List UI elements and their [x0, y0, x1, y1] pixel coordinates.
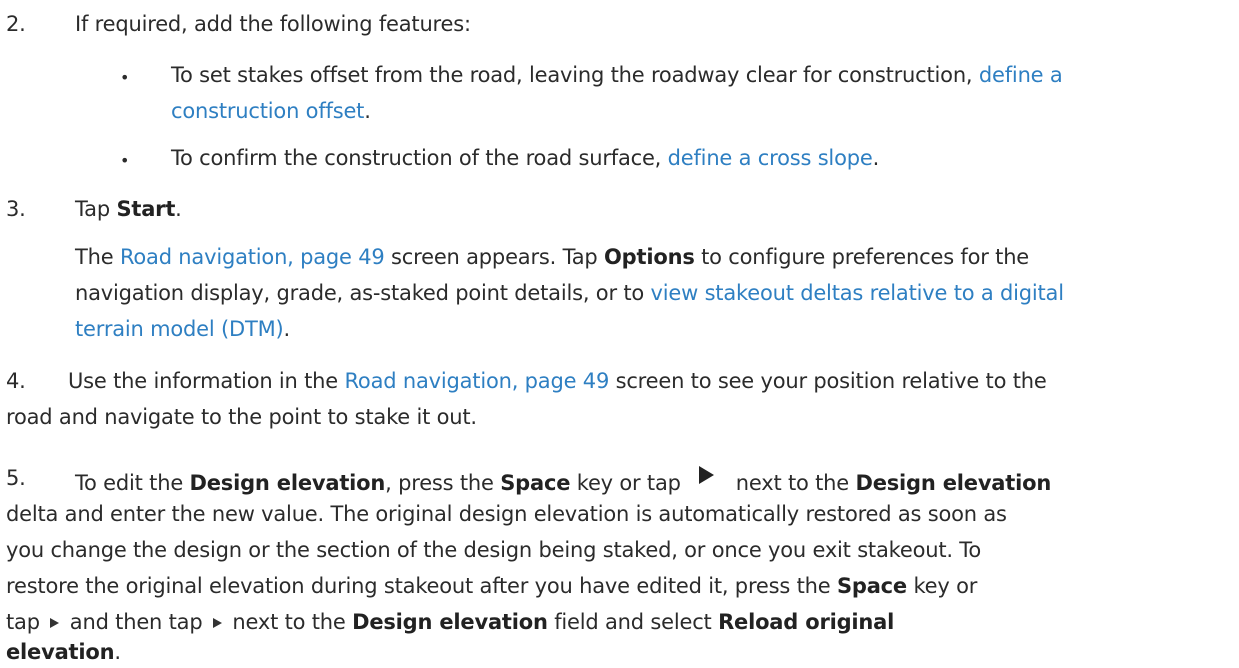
- define-construction-offset-link[interactable]: define a: [979, 63, 1063, 87]
- play-arrow-icon[interactable]: [212, 618, 222, 628]
- step-text: Use the information in the Road navigati…: [68, 369, 1047, 393]
- step-number: 4.: [6, 369, 26, 393]
- paragraph-line: navigation display, grade, as-staked poi…: [75, 281, 1064, 305]
- elevation-label: elevation: [6, 640, 115, 664]
- step-number: 2.: [6, 12, 26, 36]
- bullet-icon: •: [120, 68, 130, 87]
- define-cross-slope-link[interactable]: define a cross slope: [668, 146, 873, 170]
- step-number: 5.: [6, 466, 26, 490]
- road-navigation-link[interactable]: Road navigation, page 49: [344, 369, 609, 393]
- step-number: 3.: [6, 197, 26, 221]
- step-text: Tap Start.: [75, 197, 182, 221]
- bullet-text: To set stakes offset from the road, leav…: [171, 63, 1063, 87]
- bullet-icon: •: [120, 151, 130, 170]
- options-label: Options: [604, 245, 695, 269]
- space-key-label: Space: [500, 471, 571, 495]
- design-elevation-label: Design elevation: [189, 471, 386, 495]
- step-text-cont: delta and enter the new value. The origi…: [6, 502, 1007, 526]
- road-navigation-link[interactable]: Road navigation, page 49: [120, 245, 385, 269]
- play-arrow-icon[interactable]: [698, 466, 714, 484]
- start-label: Start: [116, 197, 176, 221]
- paragraph-line: The Road navigation, page 49 screen appe…: [75, 245, 1030, 269]
- construction-offset-link[interactable]: construction offset: [171, 99, 364, 123]
- step-text-cont: tap and then tap next to the Design elev…: [6, 610, 895, 634]
- paragraph-line: terrain model (DTM).: [75, 317, 290, 341]
- bullet-text-cont: construction offset.: [171, 99, 371, 123]
- view-stakeout-deltas-link[interactable]: view stakeout deltas relative to a digit…: [651, 281, 1065, 305]
- terrain-model-link[interactable]: terrain model (DTM): [75, 317, 284, 341]
- reload-original-label: Reload original: [718, 610, 895, 634]
- step-text: To edit the Design elevation, press the …: [75, 466, 1051, 495]
- step-text-cont: road and navigate to the point to stake …: [6, 405, 477, 429]
- step-text-cont: elevation.: [6, 640, 121, 664]
- bullet-text: To confirm the construction of the road …: [171, 146, 880, 170]
- step-text-cont: restore the original elevation during st…: [6, 574, 978, 598]
- step-text-cont: you change the design or the section of …: [6, 538, 982, 562]
- play-arrow-icon[interactable]: [50, 618, 60, 628]
- step-text: If required, add the following features:: [75, 12, 471, 36]
